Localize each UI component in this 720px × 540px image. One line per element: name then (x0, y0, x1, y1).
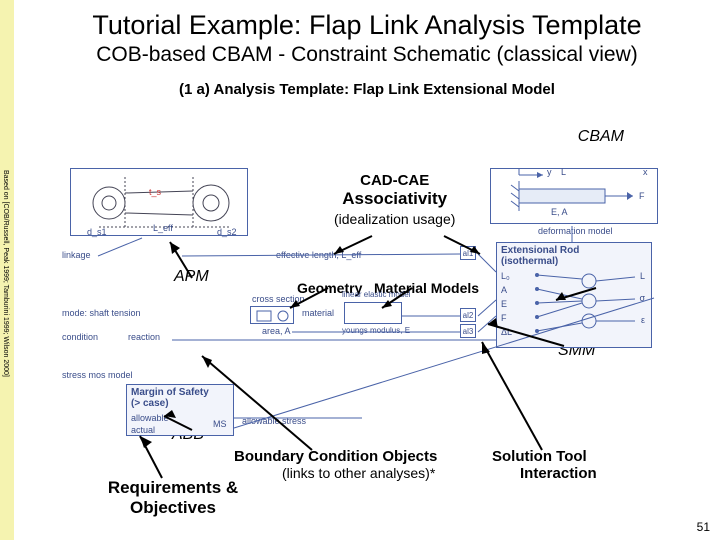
rod-svg (491, 169, 659, 225)
lbl-area: area, A (262, 326, 291, 336)
side-credit: Based on [COB/Russell, Peak 1999; Tambur… (2, 170, 9, 377)
slide-title: Tutorial Example: Flap Link Analysis Tem… (14, 0, 720, 41)
rod-F: F (639, 191, 645, 201)
lbl-mode: mode: shaft tension (62, 308, 141, 318)
dim-ds1: d_s1 (87, 227, 107, 237)
mos-title: Margin of Safety (> case) (131, 387, 209, 409)
lbl-linear-elastic: linear elastic model (342, 290, 410, 299)
slide-subtitle: COB-based CBAM - Constraint Schematic (c… (14, 43, 720, 67)
lbl-cross: cross section (252, 294, 305, 304)
ext-rod-wires (497, 243, 653, 349)
box-ext-rod: Extensional Rod (isothermal) L₀ A E F ΔL… (496, 242, 652, 348)
page-number: 51 (697, 520, 710, 534)
cross-section-svg (251, 307, 295, 325)
mos-actual: actual (131, 425, 155, 435)
rod-L: L (561, 167, 566, 177)
lbl-reaction: reaction (128, 332, 160, 342)
section-heading: (1 a) Analysis Template: Flap Link Exten… (14, 81, 720, 98)
stub-al1: al1 (460, 246, 476, 260)
lbl-stress-mos: stress mos model (62, 370, 133, 380)
lbl-linkage: linkage (62, 250, 91, 260)
dim-leff: L_eff (153, 223, 173, 233)
dim-ts: t_s (149, 187, 161, 197)
label-cbam: CBAM (578, 128, 624, 146)
box-mos: Margin of Safety (> case) allowable actu… (126, 384, 234, 436)
dim-ds2: d_s2 (217, 227, 237, 237)
diagram-area: t_s d_s1 d_s2 L_eff y x E, A F L (42, 160, 702, 490)
box-cross-section (250, 306, 294, 324)
slide-root: Tutorial Example: Flap Link Analysis Tem… (0, 0, 720, 540)
deform-label: deformation model (538, 226, 613, 236)
axis-x: x (643, 167, 648, 177)
stub-al3: al3 (460, 324, 476, 338)
sketch-rod: y x E, A F L (490, 168, 658, 224)
lbl-allowable-stress: allowable stress (242, 416, 306, 426)
rod-EA: E, A (551, 207, 568, 217)
lbl-material: material (302, 308, 334, 318)
lbl-youngs: youngs modulus, E (342, 326, 410, 335)
stub-al2: al2 (460, 308, 476, 322)
lbl-condition: condition (62, 332, 98, 342)
box-linear-elastic (344, 302, 402, 324)
axis-y: y (547, 167, 552, 177)
sketch-flap-link: t_s d_s1 d_s2 L_eff (70, 168, 248, 236)
mos-ms: MS (213, 419, 227, 429)
mos-allowable: allowable (131, 413, 169, 423)
lbl-eff-len: effective length, L_eff (276, 250, 361, 260)
